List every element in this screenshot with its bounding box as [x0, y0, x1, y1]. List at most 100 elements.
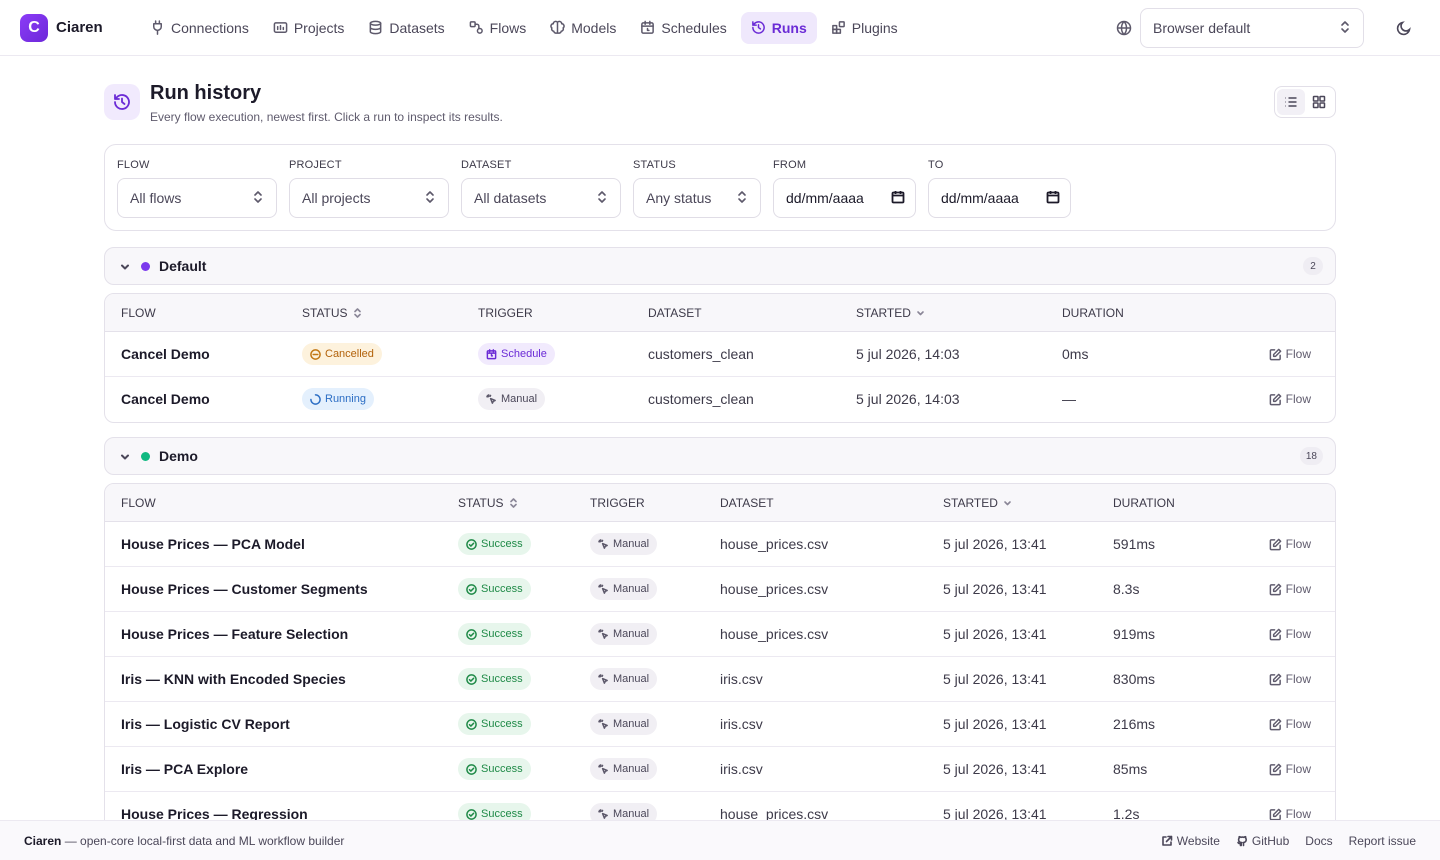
table-row[interactable]: Iris — PCA Explore Success Manual iris.csv 5…	[105, 747, 1335, 792]
check-circle-icon	[466, 718, 477, 730]
run-dataset: iris.csv	[720, 761, 763, 777]
project-select[interactable]: All projects	[289, 178, 449, 218]
status-badge: Cancelled	[302, 343, 382, 365]
runs-table-demo: Flow Status Trigger Dataset Started Dura…	[104, 483, 1336, 820]
edit-icon	[1269, 673, 1282, 685]
edit-icon	[1269, 583, 1282, 595]
filter-dataset: Dataset All datasets	[461, 159, 621, 218]
flow-select[interactable]: All flows	[117, 178, 277, 218]
trigger-badge: Manual	[478, 388, 546, 410]
trigger-badge: Schedule	[478, 343, 555, 365]
run-flow-name: House Prices — PCA Model	[121, 536, 305, 552]
sort-desc-icon	[1004, 501, 1011, 506]
open-flow-link[interactable]: Flow	[1269, 762, 1311, 776]
table-row[interactable]: House Prices — PCA Model Success Manual hou…	[105, 522, 1335, 567]
run-dataset: house_prices.csv	[720, 536, 829, 552]
run-duration: 591ms	[1113, 536, 1156, 552]
table-row[interactable]: Iris — Logistic CV Report Success Manual ir…	[105, 702, 1335, 747]
run-duration: 0ms	[1062, 346, 1089, 362]
run-duration: 216ms	[1113, 716, 1156, 732]
list-icon	[1285, 97, 1297, 107]
group-color-dot	[141, 261, 150, 271]
col-status[interactable]: Status	[458, 496, 518, 510]
col-flow: Flow	[121, 496, 156, 510]
open-flow-link[interactable]: Flow	[1269, 717, 1311, 731]
table-row[interactable]: House Prices — Customer Segments Success M…	[105, 567, 1335, 612]
col-started[interactable]: Started	[943, 496, 1012, 510]
run-duration: 85ms	[1113, 761, 1148, 777]
open-flow-link[interactable]: Flow	[1269, 392, 1311, 406]
trigger-badge: Manual	[590, 803, 658, 820]
calendar-icon[interactable]	[891, 190, 905, 207]
chevron-updown-icon	[424, 190, 436, 207]
click-icon	[598, 538, 608, 549]
run-dataset: house_prices.csv	[720, 581, 829, 597]
table-row[interactable]: Iris — KNN with Encoded Species Success Ma…	[105, 657, 1335, 702]
click-icon	[598, 628, 608, 639]
table-row[interactable]: Cancel Demo Cancelled Schedule customers…	[105, 332, 1335, 377]
open-flow-link[interactable]: Flow	[1269, 807, 1311, 820]
run-flow-name: House Prices — Regression	[121, 806, 308, 820]
check-circle-icon	[466, 583, 477, 595]
group-header-demo[interactable]: Demo 18	[104, 437, 1336, 475]
open-flow-link[interactable]: Flow	[1269, 347, 1311, 361]
filter-status: Status Any status	[633, 159, 761, 218]
table-body: House Prices — PCA Model Success Manual hou…	[105, 522, 1335, 820]
run-dataset: house_prices.csv	[720, 806, 829, 820]
run-dataset: customers_clean	[648, 391, 754, 407]
open-flow-link[interactable]: Flow	[1269, 672, 1311, 686]
runs-table-default: Flow Status Trigger Dataset Started Dura…	[104, 293, 1336, 423]
project-select-value: All projects	[302, 190, 371, 206]
group-header-default[interactable]: Default 2	[104, 247, 1336, 285]
run-dataset: iris.csv	[720, 671, 763, 687]
grid-view-button[interactable]	[1305, 89, 1333, 115]
grid-icon	[1312, 95, 1326, 109]
edit-icon	[1269, 763, 1282, 775]
run-dataset: house_prices.csv	[720, 626, 829, 642]
to-date-input[interactable]: dd/mm/aaaa	[928, 178, 1071, 218]
group-name: Default	[159, 258, 207, 274]
flow-select-value: All flows	[130, 190, 182, 206]
run-started: 5 jul 2026, 13:41	[943, 626, 1047, 642]
open-flow-link[interactable]: Flow	[1269, 582, 1311, 596]
filter-label: Project	[289, 159, 342, 171]
view-toggle	[1274, 86, 1336, 118]
run-duration: 830ms	[1113, 671, 1156, 687]
footer-tagline-text: — open-core local-first data and ML work…	[61, 833, 345, 848]
run-duration: 919ms	[1113, 626, 1156, 642]
footer-link-website[interactable]: Website	[1161, 834, 1220, 848]
from-date-input[interactable]: dd/mm/aaaa	[773, 178, 916, 218]
check-circle-icon	[466, 763, 477, 775]
footer-link-docs[interactable]: Docs	[1305, 834, 1332, 848]
table-row[interactable]: Cancel Demo Running Manual customers_cle…	[105, 377, 1335, 422]
page-header: Run history Every flow execution, newest…	[104, 82, 1336, 126]
col-dataset: Dataset	[720, 496, 774, 510]
status-select[interactable]: Any status	[633, 178, 761, 218]
list-view-button[interactable]	[1277, 89, 1305, 115]
edit-icon	[1269, 628, 1282, 640]
edit-icon	[1269, 538, 1282, 550]
dataset-select[interactable]: All datasets	[461, 178, 621, 218]
col-trigger: Trigger	[590, 496, 645, 510]
filter-to: To dd/mm/aaaa	[928, 159, 1071, 218]
col-flow: Flow	[121, 306, 156, 320]
filter-label: From	[773, 159, 807, 171]
calendar-icon[interactable]	[1046, 190, 1060, 207]
col-started[interactable]: Started	[856, 306, 925, 320]
group-name: Demo	[159, 448, 198, 464]
table-row[interactable]: House Prices — Regression Success Manual ho…	[105, 792, 1335, 820]
table-row[interactable]: House Prices — Feature Selection Success M…	[105, 612, 1335, 657]
trigger-badge: Manual	[590, 713, 658, 735]
group-count-badge: 18	[1299, 447, 1323, 465]
run-started: 5 jul 2026, 13:41	[943, 716, 1047, 732]
footer-link-github[interactable]: GitHub	[1236, 834, 1289, 848]
open-flow-link[interactable]: Flow	[1269, 537, 1311, 551]
open-flow-link[interactable]: Flow	[1269, 627, 1311, 641]
cancelled-icon	[310, 348, 321, 360]
col-status[interactable]: Status	[302, 306, 362, 320]
check-circle-icon	[466, 673, 477, 685]
external-link-icon	[1161, 835, 1173, 846]
footer-link-report-issue[interactable]: Report issue	[1349, 834, 1416, 848]
spinner-icon	[310, 393, 321, 405]
chevron-updown-icon	[596, 190, 608, 207]
